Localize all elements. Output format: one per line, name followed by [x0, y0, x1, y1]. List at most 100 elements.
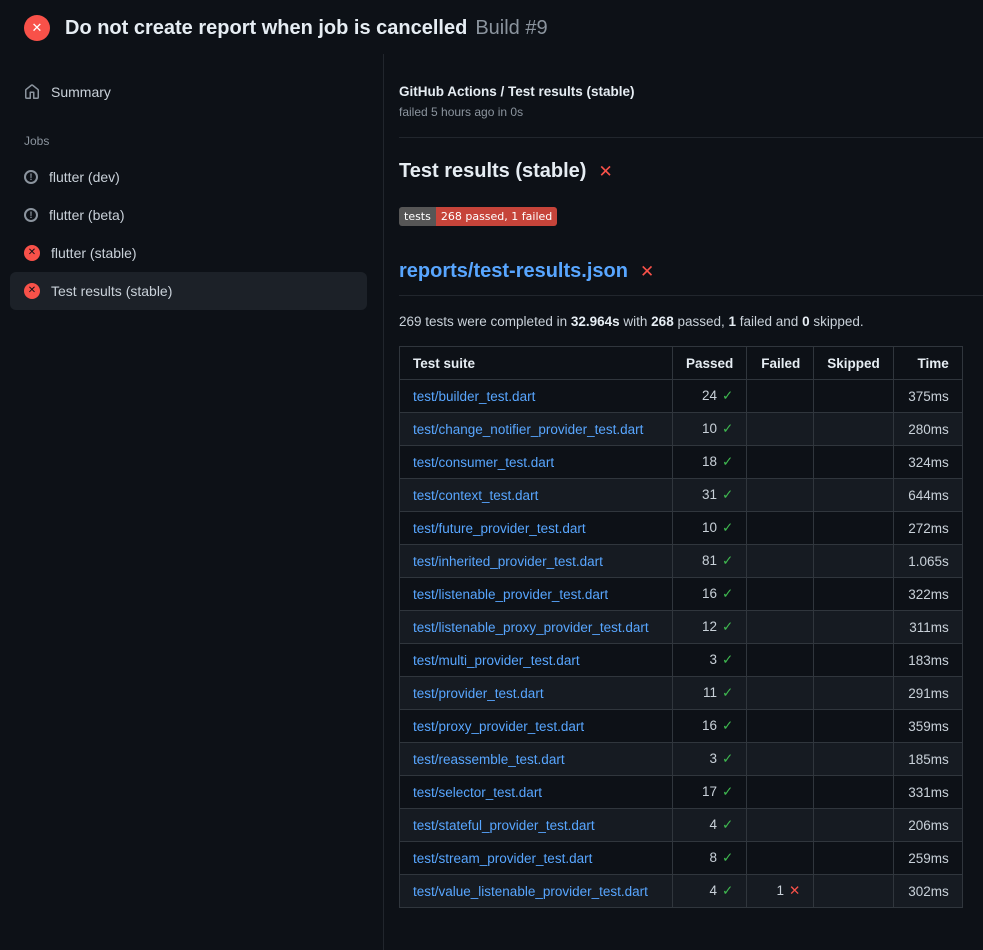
time-cell: 311ms	[893, 611, 962, 644]
passed-count: 3	[709, 751, 717, 766]
skipped-cell	[814, 875, 894, 908]
passed-count: 12	[702, 619, 717, 634]
test-suite-link[interactable]: test/listenable_provider_test.dart	[413, 587, 608, 602]
passed-cell: 18✓	[673, 446, 747, 479]
x-icon: ✕	[789, 883, 800, 898]
results-table-body: test/builder_test.dart24✓375mstest/chang…	[400, 380, 963, 908]
failed-cell	[747, 479, 814, 512]
skipped-cell	[814, 743, 894, 776]
test-suite-link[interactable]: test/reassemble_test.dart	[413, 752, 565, 767]
failed-cell	[747, 644, 814, 677]
test-suite-link[interactable]: test/stateful_provider_test.dart	[413, 818, 595, 833]
table-row: test/selector_test.dart 17✓ 331ms	[400, 776, 963, 809]
check-icon: ✓	[722, 883, 733, 898]
test-suite-link[interactable]: test/context_test.dart	[413, 488, 538, 503]
test-suite-link[interactable]: test/builder_test.dart	[413, 389, 535, 404]
failed-cell	[747, 743, 814, 776]
summary-label: Summary	[51, 84, 111, 100]
test-suite-link[interactable]: test/value_listenable_provider_test.dart	[413, 884, 648, 899]
time-cell: 331ms	[893, 776, 962, 809]
test-suite-cell: test/multi_provider_test.dart	[400, 644, 673, 677]
table-row: test/stream_provider_test.dart8✓259ms	[400, 842, 963, 875]
passed-cell: 12✓	[673, 611, 747, 644]
sidebar-job-item[interactable]: !flutter (dev)	[10, 158, 367, 196]
job-label: Test results (stable)	[51, 283, 172, 299]
passed-count: 31	[702, 487, 717, 502]
skipped-cell	[814, 578, 894, 611]
skipped-cell	[814, 611, 894, 644]
passed-count: 24	[702, 388, 717, 403]
time-cell: 272ms	[893, 512, 962, 545]
test-suite-link[interactable]: test/future_provider_test.dart	[413, 521, 586, 536]
time-cell: 1.065s	[893, 545, 962, 578]
report-file-link[interactable]: reports/test-results.json	[399, 260, 628, 283]
test-suite-link[interactable]: test/multi_provider_test.dart	[413, 653, 580, 668]
table-row: test/future_provider_test.dart 10✓ 272ms	[400, 512, 963, 545]
check-icon: ✓	[722, 685, 733, 700]
check-icon: ✓	[722, 586, 733, 601]
table-row: test/listenable_proxy_provider_test.dart…	[400, 611, 963, 644]
passed-cell: 10✓	[673, 512, 747, 545]
failed-cell	[747, 413, 814, 446]
passed-cell: 8✓	[673, 842, 747, 875]
x-icon: ✕	[598, 163, 612, 180]
summary-passed-count: 268	[651, 314, 674, 329]
sidebar-job-item[interactable]: ✕flutter (stable)	[10, 234, 367, 272]
table-row: test/builder_test.dart24✓375ms	[400, 380, 963, 413]
check-icon: ✓	[722, 553, 733, 568]
check-icon: ✓	[722, 652, 733, 667]
failed-cell	[747, 809, 814, 842]
table-row: test/value_listenable_provider_test.dart…	[400, 875, 963, 908]
table-row: test/proxy_provider_test.dart16✓359ms	[400, 710, 963, 743]
summary-duration: 32.964s	[571, 314, 620, 329]
table-row: test/reassemble_test.dart 3 ✓ 185ms	[400, 743, 963, 776]
time-cell: 206ms	[893, 809, 962, 842]
skipped-cell	[814, 776, 894, 809]
failed-cell	[747, 842, 814, 875]
summary-text: passed,	[674, 314, 729, 329]
test-suite-link[interactable]: test/listenable_proxy_provider_test.dart	[413, 620, 649, 635]
passed-cell: 17✓	[673, 776, 747, 809]
test-suite-cell: test/provider_test.dart	[400, 677, 673, 710]
table-row: test/inherited_provider_test.dart81✓1.06…	[400, 545, 963, 578]
test-suite-link[interactable]: test/selector_test.dart	[413, 785, 542, 800]
test-suite-cell: test/reassemble_test.dart	[400, 743, 673, 776]
test-suite-cell: test/context_test.dart	[400, 479, 673, 512]
col-header-failed: Failed	[747, 347, 814, 380]
test-suite-link[interactable]: test/provider_test.dart	[413, 686, 544, 701]
failed-cell	[747, 710, 814, 743]
time-cell: 644ms	[893, 479, 962, 512]
breadcrumb: GitHub Actions / Test results (stable)	[399, 84, 983, 99]
test-suite-link[interactable]: test/consumer_test.dart	[413, 455, 554, 470]
summary-failed-count: 1	[729, 314, 737, 329]
job-label: flutter (stable)	[51, 245, 137, 261]
failed-cell	[747, 776, 814, 809]
summary-line: 269 tests were completed in 32.964s with…	[399, 314, 983, 329]
table-row: test/multi_provider_test.dart3✓183ms	[400, 644, 963, 677]
skipped-cell	[814, 446, 894, 479]
test-suite-link[interactable]: test/proxy_provider_test.dart	[413, 719, 584, 734]
test-suite-cell: test/stream_provider_test.dart	[400, 842, 673, 875]
sidebar-job-item[interactable]: !flutter (beta)	[10, 196, 367, 234]
time-cell: 322ms	[893, 578, 962, 611]
check-icon: ✓	[722, 454, 733, 469]
skipped-cell	[814, 842, 894, 875]
x-circle-fill-icon: ✕	[24, 15, 50, 41]
test-suite-link[interactable]: test/change_notifier_provider_test.dart	[413, 422, 643, 437]
table-row: test/context_test.dart31✓644ms	[400, 479, 963, 512]
check-icon: ✓	[722, 751, 733, 766]
test-suite-link[interactable]: test/inherited_provider_test.dart	[413, 554, 603, 569]
check-run-header: ✕ Do not create report when job is cance…	[0, 0, 983, 54]
cancelled-icon: !	[24, 170, 38, 184]
test-suite-link[interactable]: test/stream_provider_test.dart	[413, 851, 592, 866]
time-cell: 185ms	[893, 743, 962, 776]
section-title-text: Test results (stable)	[399, 160, 586, 183]
passed-cell: 10✓	[673, 413, 747, 446]
passed-cell: 4✓	[673, 809, 747, 842]
run-status-text: failed 5 hours ago in 0s	[399, 105, 983, 119]
passed-cell: 16✓	[673, 710, 747, 743]
passed-count: 4	[709, 817, 717, 832]
sidebar-job-item[interactable]: ✕Test results (stable)	[10, 272, 367, 310]
check-icon: ✓	[722, 817, 733, 832]
sidebar-item-summary[interactable]: Summary	[10, 76, 367, 108]
